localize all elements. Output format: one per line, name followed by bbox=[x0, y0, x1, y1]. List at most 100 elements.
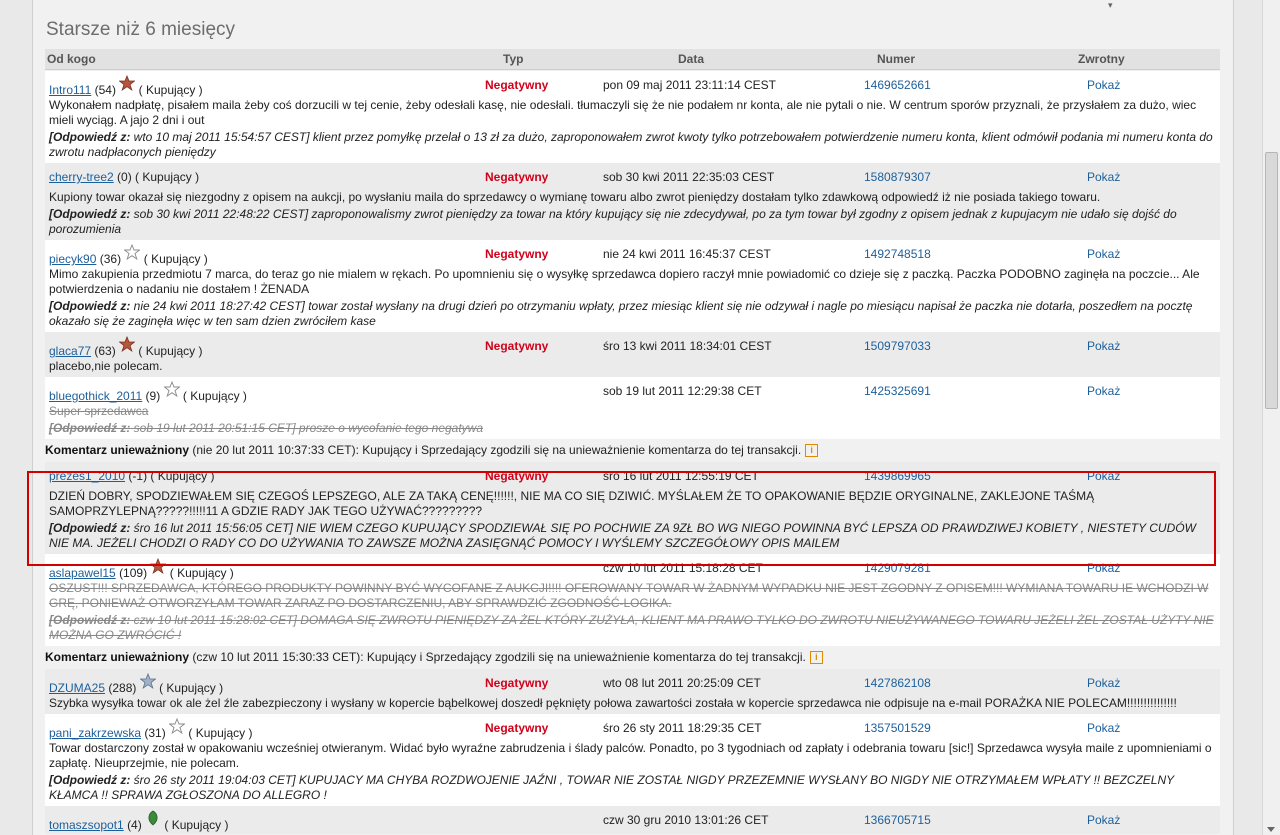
feedback-entry: Intro111 (54) ( Kupujący ) Negatywny pon 0… bbox=[45, 71, 1220, 163]
void-prefix: Komentarz unieważniony bbox=[45, 443, 190, 457]
feedback-entry: piecyk90 (36) ( Kupujący ) Negatywny nie 2… bbox=[45, 240, 1220, 332]
user-score: (54) bbox=[94, 83, 116, 97]
feedback-entry: cherry-tree2 (0) ( Kupujący ) Negatywny so… bbox=[45, 163, 1220, 240]
feedback-entry: pani_zakrzewska (31) ( Kupujący ) Negatyw… bbox=[45, 714, 1220, 806]
transaction-number-link[interactable]: 1427862108 bbox=[864, 676, 931, 690]
transaction-number-link[interactable]: 1425325691 bbox=[864, 384, 931, 398]
rating-star-icon bbox=[149, 557, 168, 574]
table-header: Od kogo Typ Data Numer Zwrotny bbox=[45, 49, 1220, 70]
column-header-type: Typ bbox=[503, 52, 524, 66]
response-prefix: [Odpowiedź z: bbox=[49, 299, 131, 313]
user-score: (31) bbox=[144, 726, 166, 740]
feedback-type: Negatywny bbox=[485, 721, 549, 735]
scroll-down-arrow-icon[interactable] bbox=[1267, 827, 1275, 832]
seller-response: [Odpowiedź z: czw 10 lut 2011 15:28:02 C… bbox=[49, 613, 1214, 642]
role-label: ( Kupujący ) bbox=[135, 170, 200, 184]
role-label: ( Kupujący ) bbox=[143, 252, 208, 266]
show-link[interactable]: Pokaż bbox=[1087, 813, 1120, 827]
rating-star-icon bbox=[123, 243, 142, 261]
user-link[interactable]: pani_zakrzewska bbox=[49, 726, 141, 740]
user-score: (36) bbox=[99, 252, 122, 266]
transaction-number-link[interactable]: 1469652661 bbox=[864, 78, 931, 92]
feedback-text: Super sprzedawca bbox=[49, 404, 149, 418]
info-icon[interactable]: i bbox=[809, 651, 823, 664]
user-link[interactable]: Intro111 bbox=[49, 83, 91, 97]
feedback-date: czw 10 lut 2011 15:18:28 CET bbox=[603, 561, 763, 575]
feedback-panel: ▾ Starsze niż 6 miesięcy Od kogo Typ Dat… bbox=[32, 0, 1234, 835]
column-header-number: Numer bbox=[877, 52, 916, 66]
role-label: ( Kupujący ) bbox=[159, 681, 224, 695]
transaction-number-link[interactable]: 1357501529 bbox=[864, 721, 931, 735]
show-link[interactable]: Pokaż bbox=[1087, 339, 1120, 353]
feedback-type: Negatywny bbox=[485, 78, 549, 92]
feedback-entry: bluegothick_2011 (9) ( Kupujący ) sob 19 … bbox=[45, 377, 1220, 439]
rating-star-icon bbox=[168, 717, 186, 735]
role-label: ( Kupujący ) bbox=[138, 83, 203, 97]
seller-response: [Odpowiedź z: wto 10 maj 2011 15:54:57 C… bbox=[49, 130, 1213, 159]
feedback-text: OSZUST!!! SPRZEDAWCA, KTÓREGO PRODUKTY P… bbox=[49, 581, 1209, 610]
voided-comment-note: Komentarz unieważniony (nie 20 lut 2011 … bbox=[45, 439, 1220, 462]
column-header-from: Od kogo bbox=[47, 52, 96, 66]
user-link[interactable]: bluegothick_2011 bbox=[49, 389, 142, 403]
feedback-date: śro 16 lut 2011 12:55:19 CET bbox=[603, 469, 759, 483]
column-header-returns: Zwrotny bbox=[1078, 52, 1125, 66]
transaction-number-link[interactable]: 1492748518 bbox=[864, 247, 931, 261]
entry-header-row: pani_zakrzewska (31) ( Kupujący ) Negatyw… bbox=[47, 717, 1218, 740]
feedback-text: placebo,nie polecam. bbox=[49, 359, 163, 373]
seller-response: [Odpowiedź z: sob 30 kwi 2011 22:48:22 C… bbox=[49, 207, 1177, 236]
show-link[interactable]: Pokaż bbox=[1087, 78, 1120, 92]
transaction-number-link[interactable]: 1366705715 bbox=[864, 813, 931, 827]
entry-header-row: glaca77 (63) ( Kupujący ) Negatywny śro 13… bbox=[47, 335, 1218, 358]
user-link[interactable]: glaca77 bbox=[49, 344, 91, 358]
user-link[interactable]: cherry-tree2 bbox=[49, 170, 114, 184]
response-prefix: [Odpowiedź z: bbox=[49, 130, 131, 144]
response-prefix: [Odpowiedź z: bbox=[49, 613, 131, 627]
feedback-text: Kupiony towar okazał się niezgodny z opi… bbox=[49, 190, 1101, 204]
show-link[interactable]: Pokaż bbox=[1087, 469, 1120, 483]
feedback-list: Intro111 (54) ( Kupujący ) Negatywny pon 0… bbox=[45, 71, 1220, 834]
vertical-scrollbar[interactable] bbox=[1262, 0, 1280, 835]
user-link[interactable]: aslapawel15 bbox=[49, 566, 116, 580]
seller-response: [Odpowiedź z: nie 24 kwi 2011 18:27:42 C… bbox=[49, 299, 1193, 328]
show-link[interactable]: Pokaż bbox=[1087, 170, 1120, 184]
transaction-number-link[interactable]: 1439869965 bbox=[864, 469, 931, 483]
user-link[interactable]: prezes1_2010 bbox=[49, 469, 125, 483]
transaction-number-link[interactable]: 1429079281 bbox=[864, 561, 931, 575]
entry-header-row: Intro111 (54) ( Kupujący ) Negatywny pon 0… bbox=[47, 74, 1218, 97]
void-text: Kupujący i Sprzedający zgodzili się na u… bbox=[362, 443, 802, 457]
user-link[interactable]: tomaszsopot1 bbox=[49, 818, 124, 832]
info-icon[interactable]: i bbox=[805, 444, 819, 457]
void-text: Kupujący i Sprzedający zgodzili się na u… bbox=[366, 650, 806, 664]
feedback-entry: aslapawel15 (109) ( Kupujący ) czw 10 lut… bbox=[45, 554, 1220, 646]
response-prefix: [Odpowiedź z: bbox=[49, 421, 131, 435]
voided-comment-note: Komentarz unieważniony (czw 10 lut 2011 … bbox=[45, 646, 1220, 669]
feedback-text: DZIEŃ DOBRY, SPODZIEWAŁEM SIĘ CZEGOŚ LEP… bbox=[49, 489, 1095, 518]
response-prefix: [Odpowiedź z: bbox=[49, 207, 131, 221]
feedback-text: Towar dostarczony został w opakowaniu wc… bbox=[49, 741, 1212, 770]
transaction-number-link[interactable]: 1580879307 bbox=[864, 170, 931, 184]
response-prefix: [Odpowiedź z: bbox=[49, 521, 131, 535]
show-link[interactable]: Pokaż bbox=[1087, 384, 1120, 398]
void-date: (czw 10 lut 2011 15:30:33 CET): bbox=[192, 650, 364, 664]
feedback-entry: DZUMA25 (288) ( Kupujący ) Negatywny wto 0… bbox=[45, 669, 1220, 714]
entry-header-row: piecyk90 (36) ( Kupujący ) Negatywny nie 2… bbox=[47, 243, 1218, 266]
show-link[interactable]: Pokaż bbox=[1087, 247, 1120, 261]
user-link[interactable]: DZUMA25 bbox=[49, 681, 105, 695]
show-link[interactable]: Pokaż bbox=[1087, 561, 1120, 575]
feedback-type: Negatywny bbox=[485, 469, 549, 483]
feedback-date: nie 24 kwi 2011 16:45:37 CEST bbox=[603, 247, 771, 261]
rating-star-icon bbox=[162, 380, 181, 398]
scrollbar-thumb[interactable] bbox=[1265, 152, 1278, 409]
rating-star-icon bbox=[118, 335, 136, 352]
user-link[interactable]: piecyk90 bbox=[49, 252, 96, 266]
rating-star-icon bbox=[145, 810, 161, 826]
feedback-type: Negatywny bbox=[485, 676, 549, 690]
show-link[interactable]: Pokaż bbox=[1087, 721, 1120, 735]
show-link[interactable]: Pokaż bbox=[1087, 676, 1120, 690]
entry-header-row: cherry-tree2 (0) ( Kupujący ) Negatywny so… bbox=[47, 166, 1218, 188]
seller-response: [Odpowiedź z: sob 19 lut 2011 20:51:15 C… bbox=[49, 421, 484, 435]
transaction-number-link[interactable]: 1509797033 bbox=[864, 339, 931, 353]
feedback-type: Negatywny bbox=[485, 339, 549, 353]
user-score: (0) bbox=[117, 170, 132, 184]
user-score: (-1) bbox=[128, 469, 148, 483]
